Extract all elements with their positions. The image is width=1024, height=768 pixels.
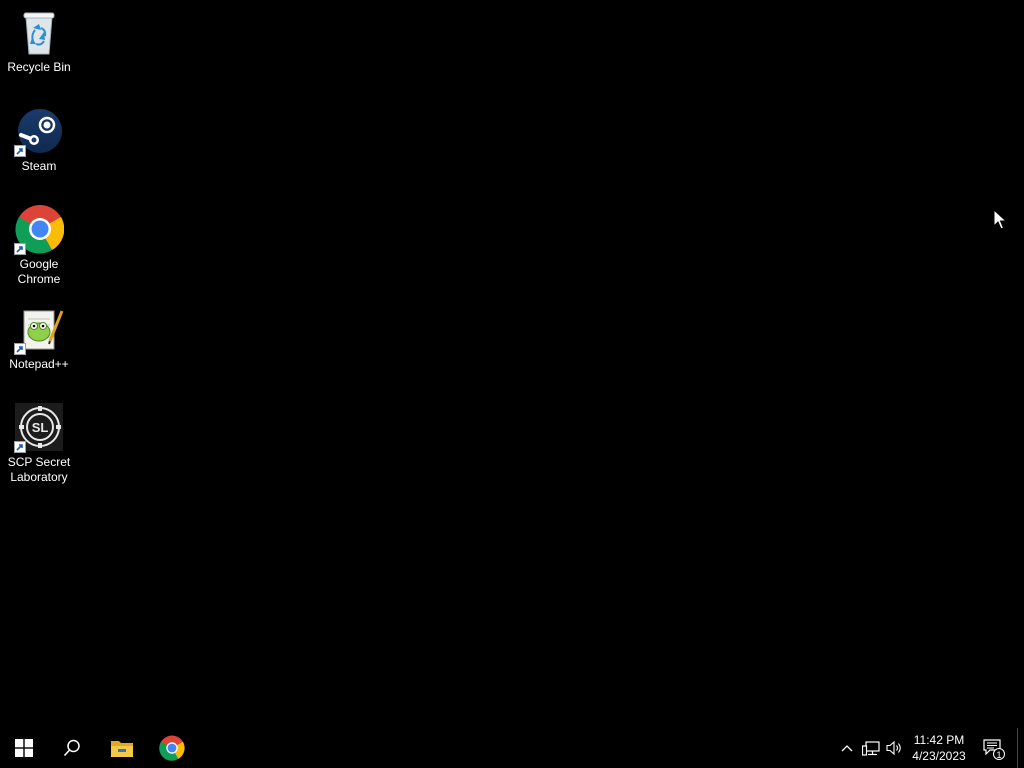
clock-date: 4/23/2023 — [912, 749, 966, 763]
show-desktop-button[interactable] — [1017, 728, 1024, 768]
taskbar-chrome-button[interactable] — [148, 728, 196, 768]
taskbar-file-explorer-button[interactable] — [98, 728, 146, 768]
windows-start-icon — [15, 739, 33, 757]
clock-time: 11:42 PM — [913, 733, 965, 747]
scp-sl-icon: SL — [14, 403, 64, 453]
notepadpp-icon — [14, 305, 64, 355]
chevron-up-icon — [841, 745, 853, 752]
desktop-icon-label: Recycle Bin — [7, 60, 71, 74]
steam-icon — [14, 107, 64, 157]
desktop-icon-notepad-plus-plus[interactable]: Notepad++ — [2, 305, 76, 372]
shortcut-arrow-icon — [14, 243, 26, 255]
chrome-icon — [159, 735, 185, 761]
show-hidden-icons-button[interactable] — [836, 728, 858, 768]
file-explorer-icon — [111, 741, 133, 757]
recycle-bin-icon — [14, 8, 64, 58]
desktop-icon-google-chrome[interactable]: Google Chrome — [2, 205, 76, 287]
action-center-button[interactable]: 1 — [980, 728, 1006, 768]
desktop-icon-label: Google Chrome — [17, 257, 61, 286]
desktop-icon-label: SCP Secret Laboratory — [7, 455, 71, 484]
volume-icon — [886, 740, 901, 756]
shortcut-arrow-icon — [14, 145, 26, 157]
chrome-icon — [14, 205, 64, 255]
desktop-icon-label: Steam — [21, 159, 57, 173]
start-button[interactable] — [0, 728, 48, 768]
notification-count-badge: 1 — [993, 748, 1005, 760]
desktop[interactable]: Recycle Bin Steam Google Chrome Notepad+… — [0, 0, 1024, 728]
desktop-icon-recycle-bin[interactable]: Recycle Bin — [2, 8, 76, 75]
network-tray-button[interactable] — [860, 728, 882, 768]
taskbar: 11:42 PM 4/23/2023 1 — [0, 728, 1024, 768]
search-button[interactable] — [48, 728, 96, 768]
desktop-icon-scp-secret-laboratory[interactable]: SL SCP Secret Laboratory — [2, 403, 76, 485]
desktop-icon-steam[interactable]: Steam — [2, 107, 76, 174]
svg-text:SL: SL — [32, 420, 49, 435]
desktop-icon-label: Notepad++ — [9, 357, 69, 371]
network-icon — [862, 741, 880, 756]
search-icon — [63, 739, 80, 757]
shortcut-arrow-icon — [14, 441, 26, 453]
volume-tray-button[interactable] — [884, 728, 906, 768]
shortcut-arrow-icon — [14, 343, 26, 355]
taskbar-clock[interactable]: 11:42 PM 4/23/2023 — [904, 728, 974, 768]
